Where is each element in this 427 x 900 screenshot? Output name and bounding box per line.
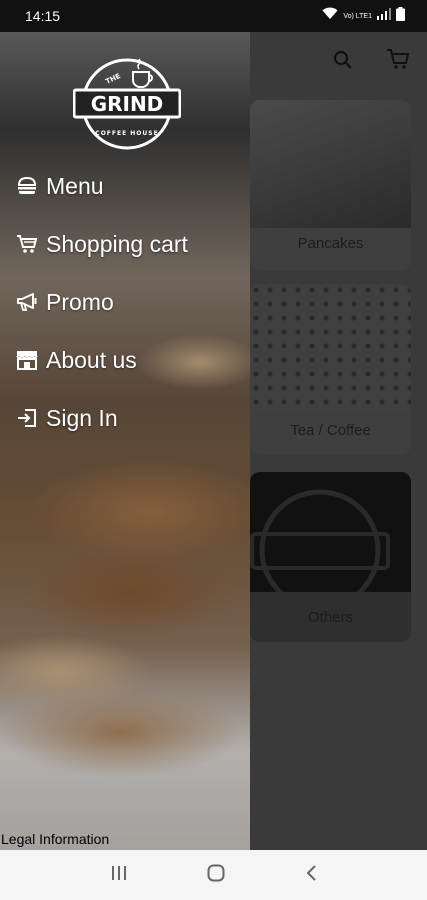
cart-icon[interactable] <box>386 48 410 75</box>
status-bar: 14:15 Vo) LTE1 <box>0 0 427 32</box>
category-card[interactable]: Pancakes <box>250 100 411 270</box>
drawer-item-label: Sign In <box>46 404 118 431</box>
navigation-drawer: GRIND THE COFFEE HOUSE Menu Shopping car… <box>0 32 250 850</box>
drawer-item-shopping-cart[interactable]: Shopping cart <box>16 227 188 261</box>
brand-logo: GRIND THE COFFEE HOUSE <box>73 58 181 150</box>
category-image <box>250 284 411 412</box>
drawer-item-label: About us <box>46 346 137 373</box>
back-icon[interactable] <box>305 864 317 887</box>
drawer-item-promo[interactable]: Promo <box>16 285 114 319</box>
drawer-item-label: Menu <box>46 172 104 199</box>
legal-information-link[interactable]: Legal Information <box>0 828 250 850</box>
drawer-item-about-us[interactable]: About us <box>16 343 137 377</box>
network-label: Vo) LTE1 <box>343 12 372 20</box>
status-icons: Vo) LTE1 <box>322 6 405 26</box>
drawer-item-label: Shopping cart <box>46 230 188 257</box>
signal-icon <box>377 7 391 25</box>
cart-icon <box>16 233 38 255</box>
drawer-item-menu[interactable]: Menu <box>16 169 104 203</box>
category-image <box>250 472 411 611</box>
battery-icon <box>396 6 405 26</box>
search-icon[interactable] <box>333 50 353 75</box>
sign-in-icon <box>16 407 38 429</box>
drawer-item-sign-in[interactable]: Sign In <box>16 401 118 435</box>
status-time: 14:15 <box>25 8 61 24</box>
brand-logo-name: GRIND <box>91 92 164 116</box>
category-card[interactable]: Others <box>250 472 411 642</box>
megaphone-icon <box>16 291 38 313</box>
category-label: Pancakes <box>297 235 364 252</box>
system-nav-bar <box>0 850 427 900</box>
home-icon[interactable] <box>207 864 225 887</box>
wifi-icon <box>322 7 338 25</box>
category-image <box>250 100 411 228</box>
category-card[interactable]: Tea / Coffee <box>250 284 411 454</box>
brand-logo-top: THE <box>104 72 122 86</box>
store-icon <box>16 349 38 371</box>
category-label: Others <box>307 609 353 626</box>
category-label: Tea / Coffee <box>290 422 371 439</box>
drawer-item-label: Promo <box>46 288 114 315</box>
burger-icon <box>16 175 38 197</box>
recent-apps-icon[interactable] <box>110 865 128 886</box>
brand-logo-bottom: COFFEE HOUSE <box>95 130 158 137</box>
